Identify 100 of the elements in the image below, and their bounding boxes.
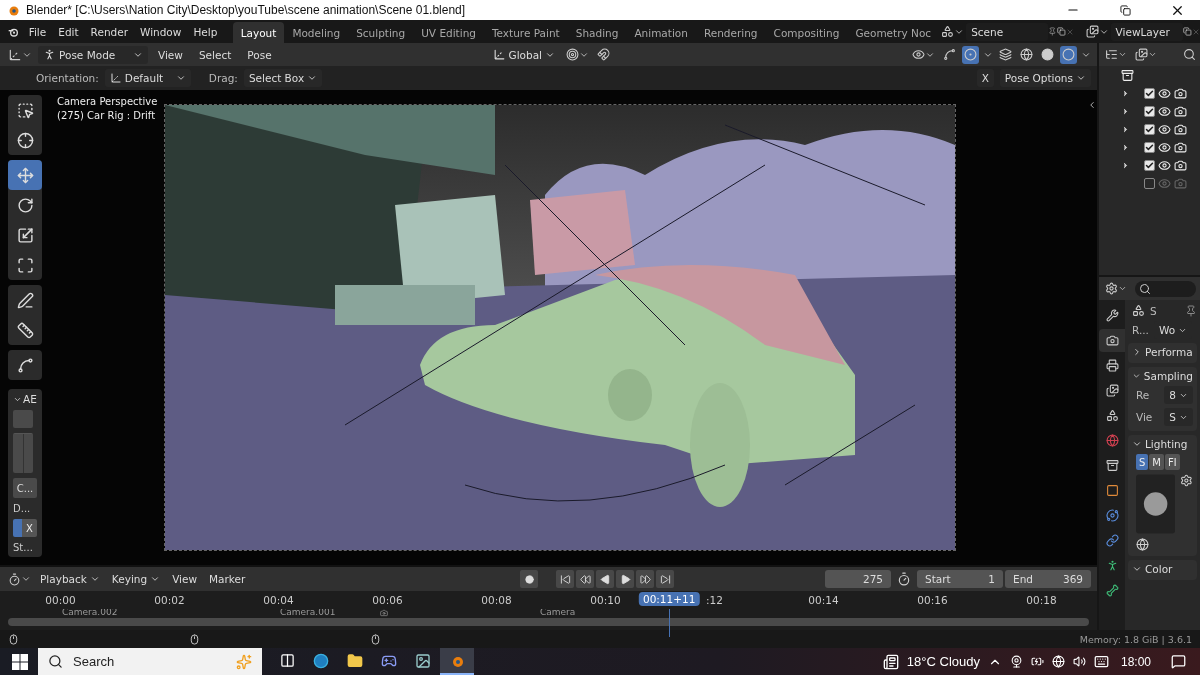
copy-icon[interactable] [1056,25,1066,38]
menu-item[interactable]: Marker [204,570,251,588]
checkbox[interactable] [1144,105,1155,117]
camera-icon[interactable] [1174,158,1187,172]
end-field[interactable]: End 369 [1005,570,1091,588]
color-swatch[interactable] [13,410,33,428]
menu-item[interactable]: Window [134,21,188,42]
menu-item[interactable]: View [167,570,203,588]
checkbox[interactable] [1144,159,1155,171]
orientation-dropdown[interactable]: Global [487,45,560,64]
workspace-tab[interactable]: Animation [626,22,696,43]
start-button[interactable] [12,653,28,670]
panel-header[interactable]: AE [13,393,42,405]
search-icon[interactable] [1183,48,1196,61]
checkbox[interactable] [1144,177,1155,189]
pin-icon[interactable] [1185,304,1197,317]
play-reverse-button[interactable] [596,570,615,588]
expand-icon[interactable] [1087,100,1097,110]
jump-end-button[interactable] [656,570,675,588]
axis-toggle[interactable]: X [13,519,37,537]
start-field[interactable]: Start 1 [917,570,1003,588]
view-layer-field[interactable]: ViewLayer [1110,22,1184,41]
taskbar-app[interactable] [440,648,474,675]
eye-icon[interactable] [1158,140,1171,154]
panel-header[interactable]: Sampling [1132,370,1193,382]
xray-button[interactable] [997,45,1014,64]
menu-item[interactable]: Playback [35,570,105,588]
search-field[interactable] [1135,280,1196,297]
menu-item[interactable]: File [22,21,53,42]
menu-item[interactable]: Edit [52,21,85,42]
mode-button[interactable]: Fl [1165,454,1180,470]
news-icon[interactable] [882,653,899,670]
panel-button[interactable]: C... [13,478,37,498]
target-icon [566,48,579,61]
workspace-tab[interactable]: Texture Paint [483,22,568,43]
magnet-icon [597,48,610,61]
workspace-tab[interactable]: Sculpting [348,22,414,43]
panel-header[interactable]: Lighting [1132,438,1193,450]
overlay-button[interactable] [962,45,979,64]
value-dropdown[interactable]: S [1164,408,1193,426]
play-icon [599,573,611,585]
prev-keyframe-button[interactable] [576,570,595,588]
workspace-tab[interactable]: Compositing [765,22,848,43]
battery-icon[interactable] [1030,655,1044,668]
network-icon[interactable] [1051,655,1065,668]
scene-field[interactable]: Scene [966,22,1049,41]
notification-icon[interactable] [1171,654,1186,669]
workspace-tab[interactable]: Layout [232,22,285,43]
copy-icon[interactable] [1183,25,1192,38]
eye-icon[interactable] [1158,158,1171,172]
drag-dropdown[interactable]: Select Box [243,69,323,87]
mode-button[interactable]: S [1136,454,1149,470]
weather-text[interactable]: 18°C Cloudy [906,654,980,669]
camera-icon[interactable] [1174,104,1187,118]
value-dropdown[interactable]: 8 [1164,386,1193,404]
checkbox[interactable] [1144,123,1155,135]
snap-button[interactable] [595,45,612,64]
eye-icon[interactable] [1158,122,1171,136]
menu-item[interactable]: Select [192,44,238,65]
material-button[interactable] [1060,45,1077,64]
pose-options-dropdown[interactable]: Pose Options [999,69,1091,87]
play-button[interactable] [616,570,635,588]
mode-button[interactable]: M [1149,454,1164,470]
workspace-tab[interactable]: Shading [567,22,627,43]
menu-item[interactable]: View [152,44,189,65]
globe-icon[interactable] [1136,538,1149,551]
playhead-label[interactable]: 00:11+11 [638,592,700,606]
mode-dropdown[interactable]: Pose Mode [38,45,148,64]
menu-item[interactable]: Keying [106,570,166,588]
workspace-tab[interactable]: Rendering [695,22,766,43]
menu-item[interactable]: Render [84,21,134,42]
checkbox[interactable] [1144,87,1155,99]
menu-item[interactable]: Help [187,21,224,42]
volume-icon[interactable] [1072,655,1086,668]
search-field[interactable]: Search [38,648,262,675]
solid-button[interactable] [1039,45,1056,64]
checkbox[interactable] [1144,141,1155,153]
wireframe-button[interactable] [1018,45,1035,64]
eye-icon[interactable] [1158,86,1171,100]
next-keyframe-button[interactable] [636,570,655,588]
camera-icon[interactable] [1174,86,1187,100]
keyboard-icon[interactable] [1093,654,1109,669]
clock-text[interactable]: 18:00 [1120,654,1151,669]
frame-field[interactable]: 275 [825,570,891,588]
webcam-icon[interactable] [1009,655,1023,668]
workspace-tab[interactable]: Geometry Noc [847,22,940,43]
jump-start-button[interactable] [556,570,575,588]
panel-label: D... [13,503,32,514]
properties-tab[interactable] [1099,329,1125,352]
orientation-dropdown[interactable]: Default [104,69,191,87]
camera-icon[interactable] [1174,140,1187,154]
menu-item[interactable]: Pose [241,44,278,65]
mirror-button[interactable]: X [976,69,994,87]
workspace-tab[interactable]: UV Editing [413,22,484,43]
workspace-tab[interactable]: Modeling [284,22,349,43]
eye-icon[interactable] [1158,104,1171,118]
gear-icon[interactable] [1180,474,1193,487]
split-swatch[interactable] [13,433,33,473]
camera-icon[interactable] [1174,122,1187,136]
record-button[interactable] [520,570,539,588]
